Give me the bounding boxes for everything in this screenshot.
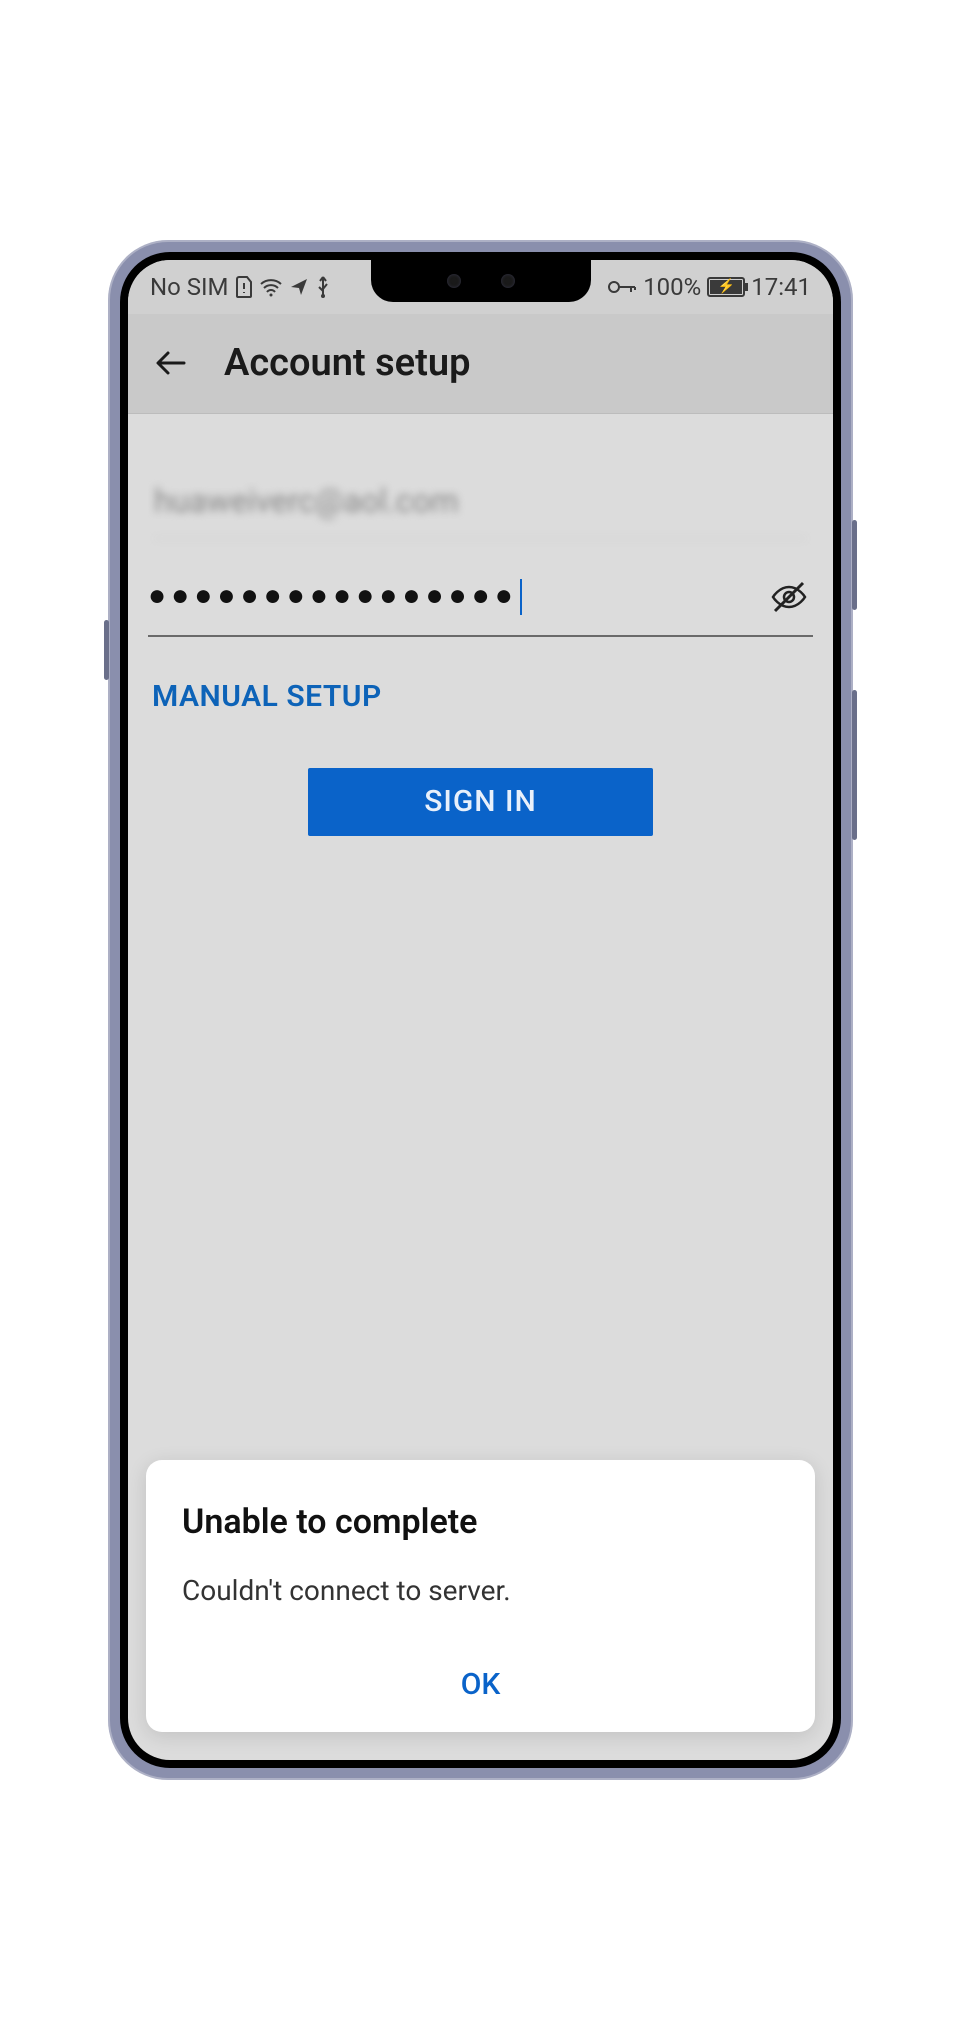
sign-in-button[interactable]: SIGN IN: [308, 768, 653, 836]
sim-alert-icon: [235, 276, 253, 298]
dialog-message: Couldn't connect to server.: [182, 1574, 779, 1607]
toggle-password-visibility-button[interactable]: [765, 573, 813, 621]
manual-setup-link[interactable]: MANUAL SETUP: [148, 673, 813, 720]
wifi-icon: [259, 277, 283, 297]
app-bar: Account setup: [128, 314, 833, 414]
text-cursor: [520, 579, 522, 615]
phone-screen: No SIM: [128, 260, 833, 1760]
password-value: ●●●●●●●●●●●●●●●●: [148, 578, 765, 615]
eye-off-icon: [769, 577, 809, 617]
password-field[interactable]: ●●●●●●●●●●●●●●●●: [148, 573, 813, 637]
notch: [371, 260, 591, 302]
arrow-left-icon: [152, 343, 192, 383]
sim-status: No SIM: [150, 273, 229, 301]
clock-time: 17:41: [751, 273, 811, 301]
battery-percent: 100%: [643, 273, 701, 301]
vpn-key-icon: [607, 279, 637, 295]
usb-icon: [315, 275, 331, 299]
page-title: Account setup: [224, 341, 470, 385]
dialog-title: Unable to complete: [182, 1502, 779, 1542]
content-area: huaweiverc@aol.com ●●●●●●●●●●●●●●●● MA: [128, 414, 833, 836]
back-button[interactable]: [148, 339, 196, 387]
dialog-ok-button[interactable]: OK: [182, 1655, 779, 1706]
location-icon: [289, 277, 309, 297]
error-dialog: Unable to complete Couldn't connect to s…: [146, 1460, 815, 1732]
email-field[interactable]: huaweiverc@aol.com: [154, 464, 807, 539]
battery-icon: ⚡: [707, 277, 745, 297]
